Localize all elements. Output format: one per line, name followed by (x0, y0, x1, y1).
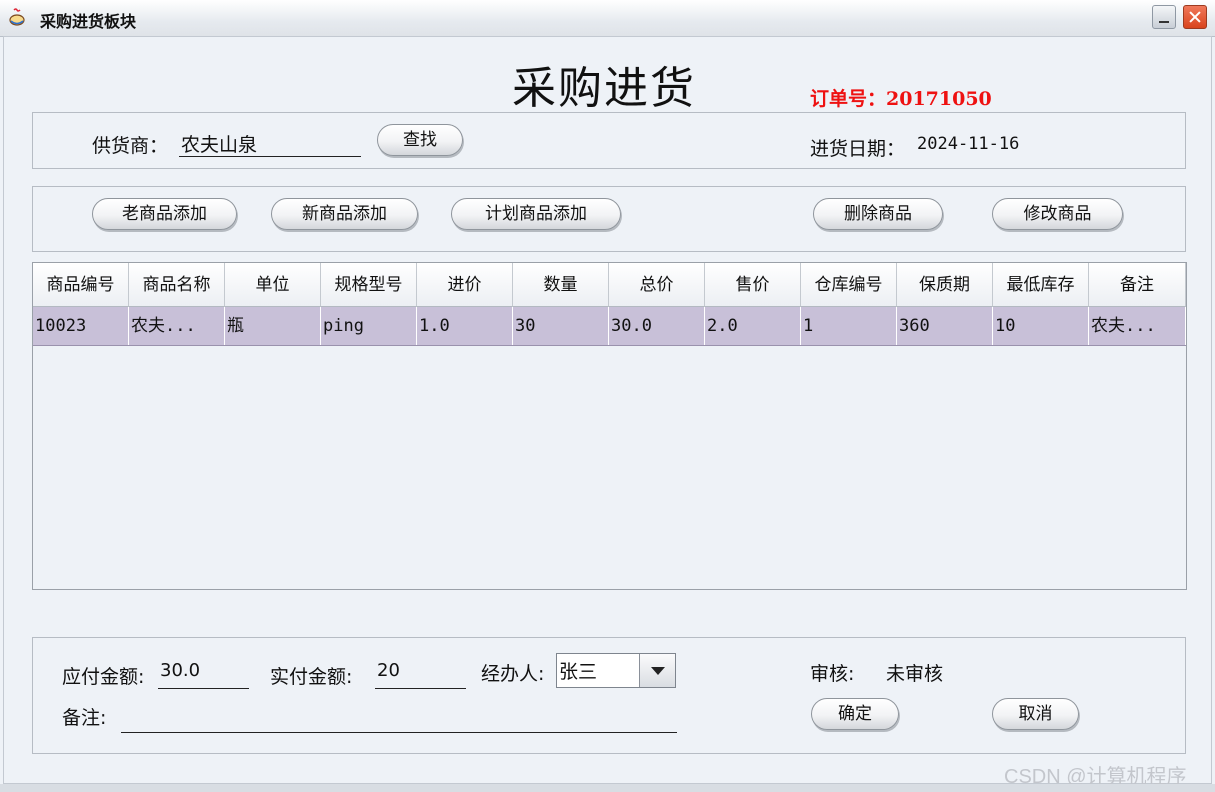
table-cell[interactable]: ping (321, 307, 417, 345)
column-header[interactable]: 售价 (705, 263, 801, 307)
date-value: 2024-11-16 (917, 134, 1020, 154)
search-button[interactable]: 查找 (377, 124, 463, 156)
payable-label: 应付金额: (62, 666, 145, 688)
confirm-button[interactable]: 确定 (811, 698, 899, 730)
table-cell[interactable]: 瓶 (225, 307, 321, 345)
table-cell[interactable]: 360 (897, 307, 993, 345)
column-header[interactable]: 规格型号 (321, 263, 417, 307)
handler-label: 经办人: (481, 663, 545, 685)
products-table[interactable]: 商品编号 商品名称 单位 规格型号 进价 数量 总价 售价 仓库编号 保质期 最… (32, 262, 1187, 590)
window-title: 采购进货板块 (40, 12, 137, 31)
handler-select[interactable]: 张三 (556, 653, 676, 688)
supplier-field[interactable]: 农夫山泉 (179, 130, 361, 157)
handler-selected-value: 张三 (559, 661, 598, 683)
close-icon[interactable] (1183, 5, 1207, 29)
page-title: 采购进货 (512, 63, 696, 114)
column-header[interactable]: 商品名称 (129, 263, 225, 307)
order-number: 订单号：20171050 (810, 88, 992, 110)
add-old-product-button[interactable]: 老商品添加 (92, 198, 237, 230)
edit-product-button[interactable]: 修改商品 (992, 198, 1123, 230)
table-cell[interactable]: 农夫... (1089, 307, 1186, 345)
table-cell[interactable]: 农夫... (129, 307, 225, 345)
column-header[interactable]: 进价 (417, 263, 513, 307)
table-header: 商品编号 商品名称 单位 规格型号 进价 数量 总价 售价 仓库编号 保质期 最… (33, 263, 1186, 307)
table-cell[interactable]: 30.0 (609, 307, 705, 345)
column-header[interactable]: 商品编号 (33, 263, 129, 307)
review-status: 未审核 (886, 663, 944, 685)
minimize-icon[interactable] (1152, 5, 1176, 29)
chevron-down-icon[interactable] (639, 654, 675, 687)
app-icon (9, 8, 25, 26)
review-label: 审核: (810, 663, 855, 685)
column-header[interactable]: 数量 (513, 263, 609, 307)
delete-product-button[interactable]: 删除商品 (813, 198, 943, 230)
table-cell[interactable]: 10023 (33, 307, 129, 345)
column-header[interactable]: 保质期 (897, 263, 993, 307)
table-cell[interactable]: 30 (513, 307, 609, 345)
table-cell[interactable]: 10 (993, 307, 1089, 345)
bottom-edge (0, 784, 1215, 792)
supplier-label: 供货商： (92, 135, 169, 157)
paid-field[interactable]: 20 (375, 660, 466, 689)
add-new-product-button[interactable]: 新商品添加 (271, 198, 418, 230)
table-cell[interactable]: 1 (801, 307, 897, 345)
column-header[interactable]: 总价 (609, 263, 705, 307)
note-label: 备注: (62, 707, 107, 729)
table-cell[interactable]: 2.0 (705, 307, 801, 345)
title-bar: 采购进货板块 (0, 0, 1215, 37)
paid-label: 实付金额: (270, 666, 353, 688)
table-cell[interactable]: 1.0 (417, 307, 513, 345)
add-plan-product-button[interactable]: 计划商品添加 (451, 198, 621, 230)
column-header[interactable]: 备注 (1089, 263, 1186, 307)
payable-field[interactable]: 30.0 (158, 660, 249, 689)
column-header[interactable]: 单位 (225, 263, 321, 307)
table-row[interactable]: 10023 农夫... 瓶 ping 1.0 30 30.0 2.0 1 360… (33, 307, 1186, 346)
cancel-button[interactable]: 取消 (992, 698, 1079, 730)
note-field[interactable] (121, 704, 677, 733)
column-header[interactable]: 最低库存 (993, 263, 1089, 307)
column-header[interactable]: 仓库编号 (801, 263, 897, 307)
date-label: 进货日期： (810, 138, 906, 160)
